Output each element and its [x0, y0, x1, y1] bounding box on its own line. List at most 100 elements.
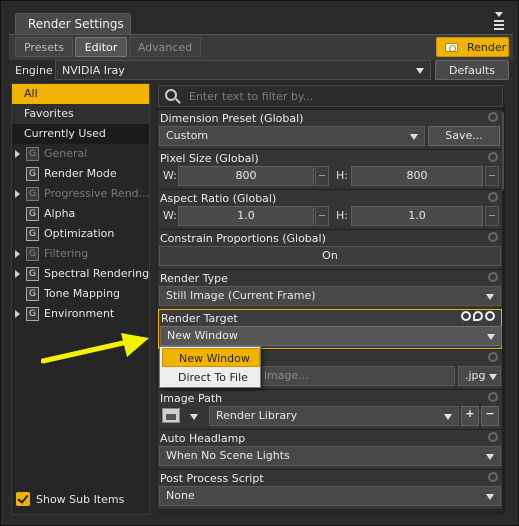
defaults-button[interactable]: Defaults: [435, 60, 509, 80]
gear-icon[interactable]: [488, 152, 498, 162]
remove-path-button[interactable]: −: [481, 406, 499, 426]
aspect-height-field[interactable]: 1.0: [351, 206, 483, 226]
gear-icon[interactable]: [488, 472, 498, 482]
chevron-down-icon: [486, 294, 494, 300]
property-label: Render Target: [161, 312, 238, 325]
property-label: Constrain Proportions (Global): [160, 232, 326, 245]
image-icon: [162, 408, 180, 423]
render-target-select[interactable]: New Window: [160, 326, 502, 346]
gear-icon[interactable]: [488, 192, 498, 202]
nav-item-environment[interactable]: G Environment: [12, 304, 149, 324]
gear-icon[interactable]: [488, 352, 498, 362]
filter-input[interactable]: Enter text to filter by...: [189, 90, 313, 103]
image-format-select[interactable]: .jpg: [458, 366, 501, 386]
post-process-select[interactable]: None: [159, 486, 501, 506]
gear-icon[interactable]: [488, 432, 498, 442]
menu-item-direct-to-file[interactable]: Direct To File: [162, 368, 260, 387]
dimension-preset-select[interactable]: Custom: [159, 126, 425, 146]
tab-advanced[interactable]: Advanced: [129, 37, 201, 57]
property-label: Dimension Preset (Global): [160, 112, 304, 125]
property-label: Image Path: [160, 392, 223, 405]
nav-item-alpha[interactable]: G Alpha: [12, 204, 149, 224]
aspect-width-field[interactable]: 1.0: [178, 206, 314, 226]
pixel-height-stepper[interactable]: [485, 166, 499, 186]
property-pixel-size: Pixel Size (Global) W: 800 H: 800: [158, 149, 502, 189]
add-path-button[interactable]: +: [461, 406, 479, 426]
nav-item-label: Render Mode: [44, 167, 117, 180]
property-image-path: Image Path Render Library + −: [158, 389, 502, 429]
nav-item-filtering[interactable]: G Filtering: [12, 244, 149, 264]
gear-icon[interactable]: [485, 311, 495, 321]
render-target-dropdown-menu: New Window Direct To File: [159, 346, 261, 388]
expand-arrow-icon[interactable]: [15, 190, 20, 198]
height-label: H:: [336, 209, 348, 222]
width-label: W:: [163, 209, 177, 222]
auto-headlamp-select[interactable]: When No Scene Lights: [159, 446, 501, 466]
image-path-select[interactable]: Render Library: [209, 406, 459, 426]
nav-item-general[interactable]: G General: [12, 144, 149, 164]
chevron-down-icon: [487, 334, 495, 340]
property-label: Aspect Ratio (Global): [160, 192, 277, 205]
pixel-width-stepper[interactable]: [315, 166, 329, 186]
nav-item-label: Optimization: [44, 227, 115, 240]
nav-item-all[interactable]: All: [12, 84, 149, 104]
aspect-height-stepper[interactable]: [485, 206, 499, 226]
width-label: W:: [163, 169, 177, 182]
checkbox-checked-icon[interactable]: [16, 492, 30, 506]
gear-icon[interactable]: [488, 232, 498, 242]
group-icon: G: [26, 147, 39, 161]
nav-item-tone-mapping[interactable]: G Tone Mapping: [12, 284, 149, 304]
engine-value: NVIDIA Iray: [62, 64, 125, 77]
chevron-down-icon[interactable]: [190, 414, 198, 420]
render-type-select[interactable]: Still Image (Current Frame): [159, 286, 501, 306]
select-value: Still Image (Current Frame): [166, 289, 316, 302]
expand-arrow-icon[interactable]: [15, 270, 20, 278]
chevron-down-icon: [416, 68, 424, 74]
select-value: When No Scene Lights: [166, 449, 290, 462]
nav-item-progressive-rendering[interactable]: G Progressive Rend...: [12, 184, 149, 204]
nav-item-favorites[interactable]: Favorites: [12, 104, 149, 124]
pixel-width-field[interactable]: 800: [178, 166, 314, 186]
nav-item-currently-used[interactable]: Currently Used: [12, 124, 149, 144]
property-auto-headlamp: Auto Headlamp When No Scene Lights: [158, 429, 502, 469]
category-nav: All Favorites Currently Used G General G…: [11, 83, 150, 515]
link-icon[interactable]: [461, 311, 471, 321]
save-preset-button[interactable]: Save...: [428, 126, 500, 146]
pixel-height-field[interactable]: 800: [351, 166, 483, 186]
render-button[interactable]: Render: [436, 37, 509, 57]
select-value: New Window: [167, 329, 238, 342]
group-icon: G: [26, 187, 39, 201]
constrain-proportions-toggle[interactable]: On: [159, 246, 501, 266]
gear-icon[interactable]: [488, 112, 498, 122]
nav-item-optimization[interactable]: G Optimization: [12, 224, 149, 244]
search-icon[interactable]: [165, 89, 177, 101]
gear-icon[interactable]: [488, 392, 498, 402]
nav-item-label: General: [44, 147, 88, 160]
heart-icon[interactable]: [473, 311, 483, 321]
chevron-down-icon: [489, 374, 497, 380]
tab-editor[interactable]: Editor: [75, 37, 127, 57]
group-icon: G: [26, 227, 39, 241]
expand-arrow-icon[interactable]: [15, 150, 20, 158]
gear-icon[interactable]: [488, 272, 498, 282]
property-render-type: Render Type Still Image (Current Frame): [158, 269, 502, 309]
aspect-width-stepper[interactable]: [315, 206, 329, 226]
property-label: Pixel Size (Global): [160, 152, 259, 165]
group-icon: G: [26, 247, 39, 261]
nav-item-render-mode[interactable]: G Render Mode: [12, 164, 149, 184]
annotation-arrow-icon: [41, 333, 149, 364]
tab-presets[interactable]: Presets: [15, 37, 73, 57]
expand-arrow-icon[interactable]: [15, 310, 20, 318]
expand-arrow-icon[interactable]: [15, 250, 20, 258]
nav-item-spectral-rendering[interactable]: G Spectral Rendering: [12, 264, 149, 284]
pane-title-tab[interactable]: Render Settings: [15, 13, 131, 35]
menu-item-new-window[interactable]: New Window: [162, 348, 260, 367]
height-label: H:: [336, 169, 348, 182]
nav-item-label: Progressive Rend...: [44, 187, 150, 200]
select-value: .jpg: [465, 369, 486, 382]
render-button-label: Render: [467, 41, 507, 54]
pane-menu-icon[interactable]: [492, 11, 506, 33]
group-icon: G: [26, 167, 39, 181]
engine-select[interactable]: NVIDIA Iray: [55, 60, 431, 80]
filter-field[interactable]: Enter text to filter by...: [158, 85, 503, 107]
